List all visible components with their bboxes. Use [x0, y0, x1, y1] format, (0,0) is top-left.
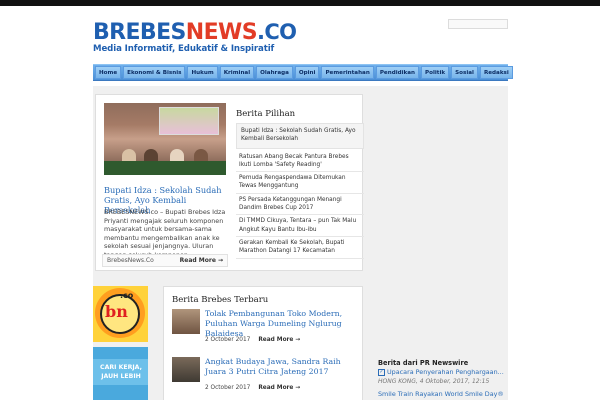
featured-image[interactable]: [104, 103, 226, 175]
logo-co: .CO: [256, 20, 297, 44]
pr-item[interactable]: ✓ Upacara Penyerahan Penghargaan...: [378, 368, 508, 376]
terbaru-read-more[interactable]: Read More →: [258, 337, 300, 343]
terbaru-thumbnail[interactable]: [172, 357, 200, 382]
job-ad-banner[interactable]: CARI KERJA, JAUH LEBIH: [93, 347, 148, 400]
terbaru-date: 2 October 2017: [205, 337, 251, 343]
nav-pemerintahan[interactable]: Pemerintahan: [321, 66, 374, 79]
terbaru-item: Angkat Budaya Jawa, Sandra Raih Juara 3 …: [172, 357, 362, 397]
main-navigation: Home Ekonomi & Bisnis Hukum Kriminal Ola…: [93, 64, 513, 81]
pilihan-item[interactable]: Pemuda Rengaspendawa Ditemukan Tewas Men…: [236, 172, 364, 194]
featured-image-table: [104, 161, 226, 175]
top-bar: [0, 0, 600, 6]
terbaru-item: Tolak Pembangunan Toko Modern, Puluhan W…: [172, 309, 362, 349]
nav-opini[interactable]: Opini: [294, 66, 320, 79]
terbaru-date: 2 October 2017: [205, 385, 251, 391]
pilihan-item[interactable]: Di TMMD Cikuya, Tentara – pun Tak Malu A…: [236, 215, 364, 237]
site-tagline: Media Informatif, Edukatif & Inspiratif: [93, 44, 275, 54]
logo-news: NEWS: [185, 20, 258, 45]
terbaru-read-more[interactable]: Read More →: [258, 385, 300, 391]
nav-sosial[interactable]: Sosial: [451, 66, 478, 79]
pilihan-item[interactable]: Bupati Idza : Sekolah Sudah Gratis, Ayo …: [236, 123, 364, 149]
logo-wordmark: BREBESNEWS.CO: [93, 19, 297, 46]
nav-ekonomi-bisnis[interactable]: Ekonomi & Bisnis: [123, 66, 186, 79]
pilihan-item[interactable]: PS Persada Ketanggungan Menangi Dandim B…: [236, 194, 364, 216]
pr-item[interactable]: Smile Train Rayakan World Smile Day®: [378, 390, 508, 398]
nav-home[interactable]: Home: [95, 66, 122, 79]
featured-read-more[interactable]: Read More →: [180, 255, 223, 266]
nav-politik[interactable]: Politik: [421, 66, 450, 79]
bn-logo-banner[interactable]: bn .co: [93, 286, 148, 342]
pilihan-item[interactable]: Gerakan Kembali Ke Sekolah, Bupati Marat…: [236, 237, 364, 259]
bn-logo-co: .co: [120, 291, 134, 300]
featured-image-banner: [159, 107, 219, 135]
search-input[interactable]: [448, 19, 508, 29]
nav-redaksi[interactable]: Redaksi: [479, 66, 513, 79]
featured-panel: Bupati Idza : Sekolah Sudah Gratis, Ayo …: [95, 94, 364, 271]
terbaru-title[interactable]: Angkat Budaya Jawa, Sandra Raih Juara 3 …: [205, 357, 363, 377]
terbaru-title[interactable]: Tolak Pembangunan Toko Modern, Puluhan W…: [205, 309, 363, 339]
pilihan-heading: Berita Pilihan: [236, 109, 296, 119]
nav-olahraga[interactable]: Olahraga: [256, 66, 293, 79]
terbaru-heading: Berita Brebes Terbaru: [172, 295, 269, 305]
nav-kriminal[interactable]: Kriminal: [219, 66, 255, 79]
newswire-icon: ✓: [378, 368, 385, 376]
pilihan-list: Bupati Idza : Sekolah Sudah Gratis, Ayo …: [236, 123, 364, 259]
logo-brebes: BREBES: [93, 20, 186, 45]
pr-item-date: HONG KONG, 4 Oktober, 2017, 12:15: [378, 378, 490, 385]
terbaru-meta: 2 October 2017 Read More →: [205, 337, 300, 343]
pr-item-title[interactable]: Smile Train Rayakan World Smile Day®: [378, 390, 504, 398]
featured-source: BrebesNews.Co: [107, 257, 154, 264]
pr-item-title[interactable]: Upacara Penyerahan Penghargaan...: [387, 368, 504, 376]
featured-footer: BrebesNews.Co Read More →: [102, 254, 228, 267]
terbaru-panel: Berita Brebes Terbaru Tolak Pembangunan …: [163, 286, 363, 400]
pilihan-item[interactable]: Ratusan Abang Becak Pantura Brebes Ikuti…: [236, 151, 364, 173]
pr-heading: Berita dari PR Newswire: [378, 359, 469, 367]
bn-logo-text: bn: [105, 302, 128, 321]
terbaru-meta: 2 October 2017 Read More →: [205, 385, 300, 391]
terbaru-thumbnail[interactable]: [172, 309, 200, 334]
nav-pendidikan[interactable]: Pendidikan: [375, 66, 420, 79]
featured-excerpt: BREBESNEWS.co – Bupati Brebes Idza Priya…: [104, 208, 226, 259]
job-ad-text: CARI KERJA, JAUH LEBIH: [100, 364, 142, 380]
site-logo[interactable]: BREBESNEWS.CO Media Informatif, Edukatif…: [93, 19, 297, 54]
nav-hukum[interactable]: Hukum: [187, 66, 218, 79]
